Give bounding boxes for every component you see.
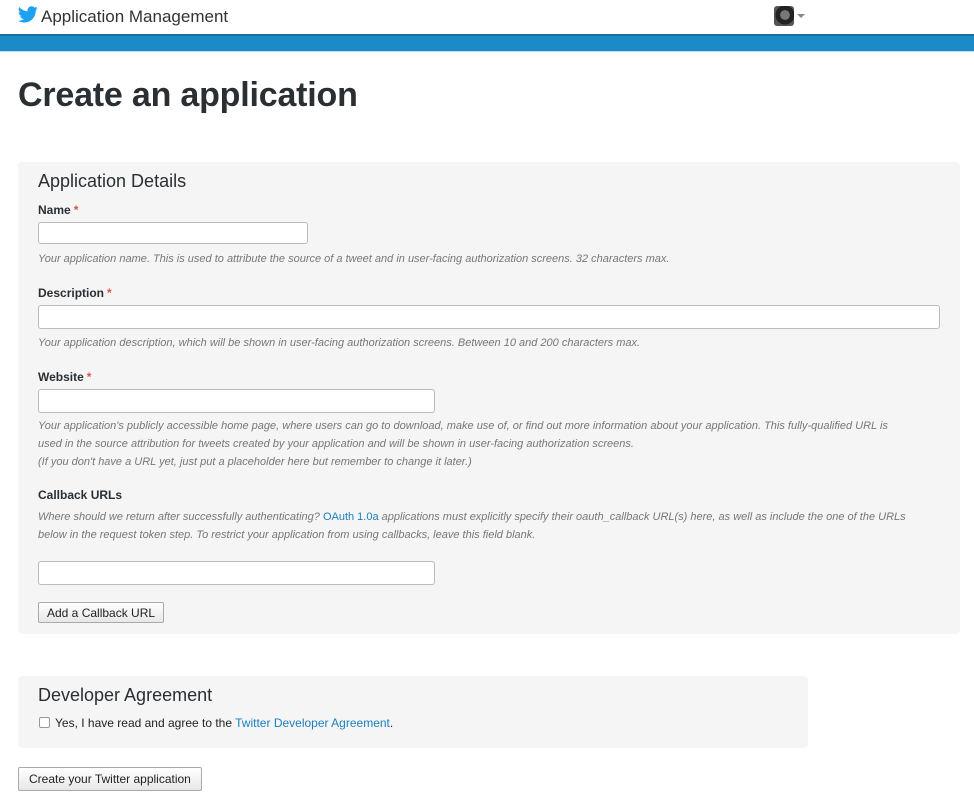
name-input[interactable] — [38, 222, 308, 244]
agreement-heading: Developer Agreement — [38, 685, 213, 705]
callback-help-line: Where should we return after successfull… — [38, 508, 906, 526]
header-stripe — [0, 34, 974, 51]
required-mark: * — [73, 203, 79, 217]
agreement-text-prefix: Yes, I have read and agree to the — [55, 716, 236, 730]
required-mark: * — [86, 370, 92, 384]
callback-help: Where should we return after successfull… — [38, 508, 906, 544]
website-help: Your application's publicly accessible h… — [38, 417, 888, 471]
website-help-line: (If you don't have a URL yet, just put a… — [38, 456, 472, 468]
website-help-line: used in the source attribution for tweet… — [38, 438, 634, 450]
agreement-checkbox[interactable] — [39, 717, 50, 728]
description-label-text: Description — [38, 286, 105, 300]
description-label: Description * — [38, 286, 112, 300]
website-help-line: Your application's publicly accessible h… — [38, 420, 888, 432]
agreement-text: Yes, I have read and agree to the Twitte… — [55, 716, 393, 730]
create-application-button[interactable]: Create your Twitter application — [18, 767, 202, 791]
account-menu[interactable] — [774, 6, 805, 26]
name-label: Name * — [38, 203, 78, 217]
brand[interactable]: Application Management — [17, 6, 229, 28]
oauth-link[interactable]: OAuth 1.0a — [323, 511, 379, 523]
section-heading: Application Details — [38, 171, 187, 191]
application-details-panel: Application Details Name * Your applicati… — [18, 162, 960, 634]
top-bar: Application Management — [0, 0, 974, 34]
callback-help-prefix: Where should we return after successfull… — [38, 511, 323, 523]
website-input[interactable] — [38, 389, 435, 413]
website-label: Website * — [38, 370, 91, 384]
page-title: Create an application — [18, 76, 358, 114]
avatar — [774, 6, 794, 26]
twitter-bird-icon — [17, 6, 38, 28]
add-callback-url-button[interactable]: Add a Callback URL — [38, 602, 165, 623]
chevron-down-icon — [797, 14, 805, 18]
developer-agreement-link[interactable]: Twitter Developer Agreement — [235, 716, 390, 730]
description-input[interactable] — [38, 305, 940, 329]
callback-help-suffix: applications must explicitly specify the… — [378, 511, 906, 523]
callback-help-line: below in the request token step. To rest… — [38, 529, 536, 541]
developer-agreement-panel: Developer Agreement Yes, I have read and… — [18, 676, 808, 748]
name-help: Your application name. This is used to a… — [38, 253, 670, 265]
callback-url-input[interactable] — [38, 561, 435, 585]
required-mark: * — [107, 286, 112, 300]
name-label-text: Name — [38, 203, 71, 217]
agreement-text-suffix: . — [389, 716, 394, 730]
website-label-text: Website — [38, 370, 84, 384]
callback-label: Callback URLs — [38, 488, 123, 502]
app-title: Application Management — [41, 7, 229, 26]
description-help: Your application description, which will… — [38, 337, 641, 349]
